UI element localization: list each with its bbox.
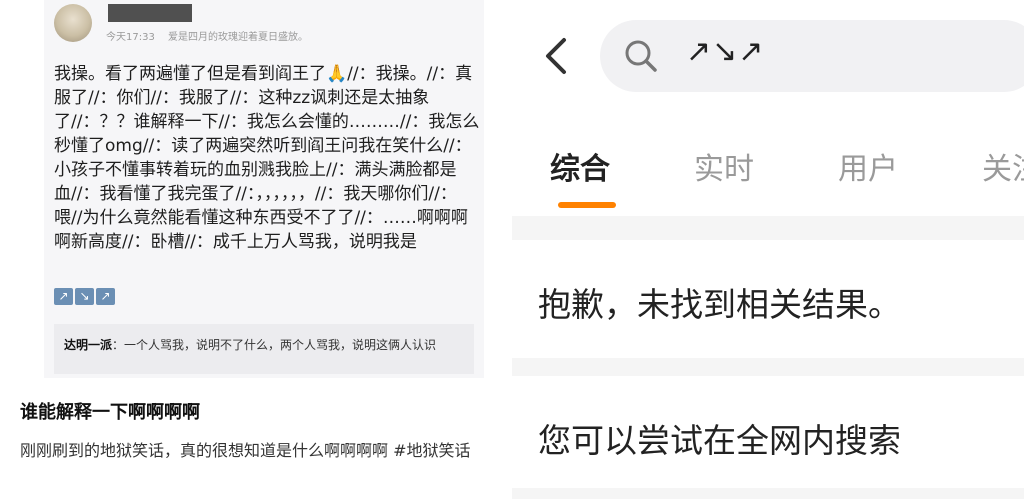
tab-comprehensive[interactable]: 综合 [550, 144, 610, 188]
caption-text: 刚刚刷到的地狱笑话，真的很想知道是什么啊啊啊啊 [20, 441, 389, 460]
quoted-comment: 达明一派：一个人骂我，说明不了什么，两个人骂我，说明这俩人认识 [54, 324, 474, 374]
no-result-row: 抱歉，未找到相关结果。 [512, 240, 1024, 358]
hashtag-link[interactable]: #地狱笑话 [393, 441, 470, 460]
arrow-emoji-row: ↗ ↘ ↗ [54, 288, 115, 305]
arrow-down-right-icon: ↘ [75, 288, 94, 305]
post-signature: 爱是四月的玫瑰迎着夏日盛放。 [168, 32, 309, 43]
quote-text: ：一个人骂我，说明不了什么，两个人骂我，说明这俩人认识 [112, 338, 437, 352]
left-panel: 今天17:33 爱是四月的玫瑰迎着夏日盛放。 我操。看了两遍懂了但是看到阎王了🙏… [0, 0, 512, 499]
username-redacted [108, 4, 192, 22]
tab-users[interactable]: 用户 [838, 144, 898, 188]
arrow-up-right-icon: ↗ [54, 288, 73, 305]
tab-following[interactable]: 关注 [982, 144, 1024, 188]
post-time: 今天17:33 [106, 32, 155, 43]
search-icon [625, 40, 657, 72]
search-header: ↗↘↗ [512, 0, 1024, 110]
result-tabs: 综合 实时 用户 关注 [512, 110, 1024, 216]
caption-title: 谁能解释一下啊啊啊啊 [20, 402, 200, 423]
avatar [54, 4, 92, 42]
suggestion-row[interactable]: 您可以尝试在全网内搜索 [512, 376, 1024, 488]
post-body-text: 我操。看了两遍懂了但是看到阎王了🙏//：我操。//：真服了//：你们//：我服了… [54, 64, 480, 252]
arrow-up-right-icon: ↗ [96, 288, 115, 305]
back-icon[interactable] [540, 36, 574, 76]
post-meta: 今天17:33 爱是四月的玫瑰迎着夏日盛放。 [106, 28, 318, 43]
active-tab-indicator [558, 202, 616, 208]
tab-realtime[interactable]: 实时 [694, 144, 754, 188]
post-body: 我操。看了两遍懂了但是看到阎王了🙏//：我操。//：真服了//：你们//：我服了… [54, 62, 482, 254]
quote-author[interactable]: 达明一派 [64, 338, 112, 352]
no-result-message: 抱歉，未找到相关结果。 [538, 285, 901, 324]
search-query[interactable]: ↗↘↗ [686, 34, 764, 69]
suggestion-message[interactable]: 您可以尝试在全网内搜索 [538, 414, 901, 462]
caption-description: 刚刚刷到的地狱笑话，真的很想知道是什么啊啊啊啊 #地狱笑话 [20, 438, 480, 464]
search-input[interactable]: ↗↘↗ [600, 20, 1024, 92]
search-result-page: ↗↘↗ 综合 实时 用户 关注 抱歉，未找到相关结果。 您可以尝试在全网内搜索 [512, 0, 1024, 499]
